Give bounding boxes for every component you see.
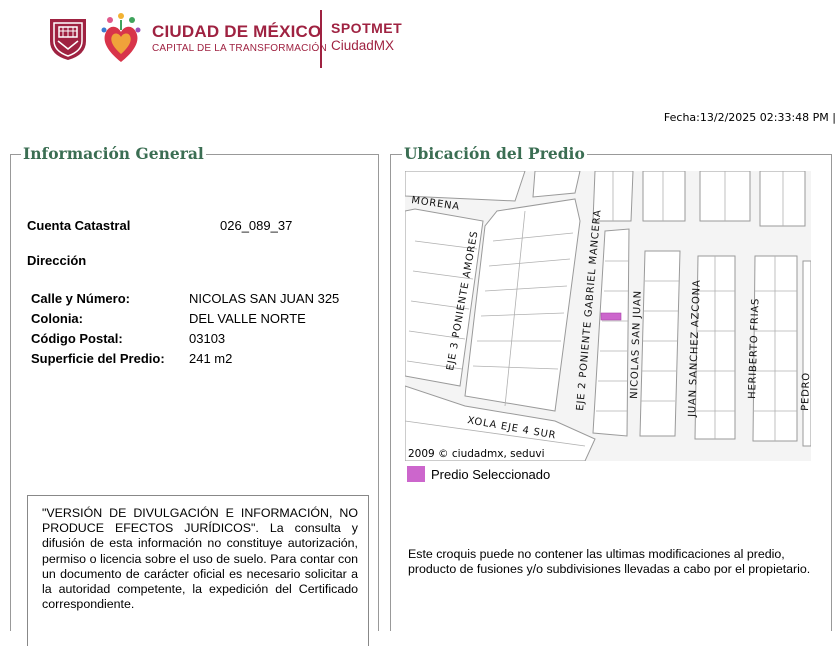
calle-value: NICOLAS SAN JUAN 325 [189,291,340,306]
codigo-postal-value: 03103 [189,331,226,346]
heart-logo-icon [101,13,141,62]
brand-subtitle: CAPITAL DE LA TRANSFORMACIÓN [152,43,327,54]
colonia-label: Colonia: [31,311,83,326]
location-map[interactable]: MORENA EJE 3 PONIENTE AMORES EJE 2 PONIE… [405,171,811,461]
ubicacion-title: Ubicación del Predio [402,144,587,164]
cuenta-catastral-label: Cuenta Catastral [27,218,131,233]
info-general-title: Información General [21,144,206,164]
superficie-value: 241 m2 [189,351,233,366]
selected-lot-swatch [407,466,425,482]
header: CIUDAD DE MÉXICO CAPITAL DE LA TRANSFORM… [0,0,840,80]
ubicacion-panel: Ubicación del Predio MORENA EJE 3 PONIEN… [390,144,832,631]
cdmx-coat-of-arms-icon [50,19,86,60]
app-title: SPOTMET [331,20,403,36]
map-note: Este croquis puede no contener las ultim… [408,547,811,577]
selected-lot[interactable] [600,312,622,321]
legal-disclaimer: "VERSIÓN DE DIVULGACIÓN E INFORMACIÓN, N… [27,495,369,646]
app-subtitle: CiudadMX [331,38,395,53]
street-edge: PEDRO [800,372,811,411]
colonia-value: DEL VALLE NORTE [189,311,306,326]
superficie-label: Superficie del Predio: [31,351,165,366]
date-stamp: Fecha:13/2/2025 02:33:48 PM | [663,111,836,124]
brand-divider [320,10,322,68]
map-sketch: MORENA EJE 3 PONIENTE AMORES EJE 2 PONIE… [405,171,811,461]
map-legend-label: Predio Seleccionado [431,466,551,482]
calle-label: Calle y Número: [31,291,130,306]
map-legend: Predio Seleccionado [407,466,550,482]
codigo-postal-label: Código Postal: [31,331,123,346]
app-name: SPOTMET CiudadMX [331,19,402,55]
brand-title: CIUDAD DE MÉXICO [152,22,322,41]
direccion-label: Dirección [27,253,87,268]
cuenta-catastral-value: 026_089_37 [220,218,293,233]
map-copyright: 2009 © ciudadmx, seduvi [408,448,545,460]
brand: CIUDAD DE MÉXICO CAPITAL DE LA TRANSFORM… [152,22,327,55]
info-general-panel: Información General Cuenta Catastral 026… [10,144,379,646]
